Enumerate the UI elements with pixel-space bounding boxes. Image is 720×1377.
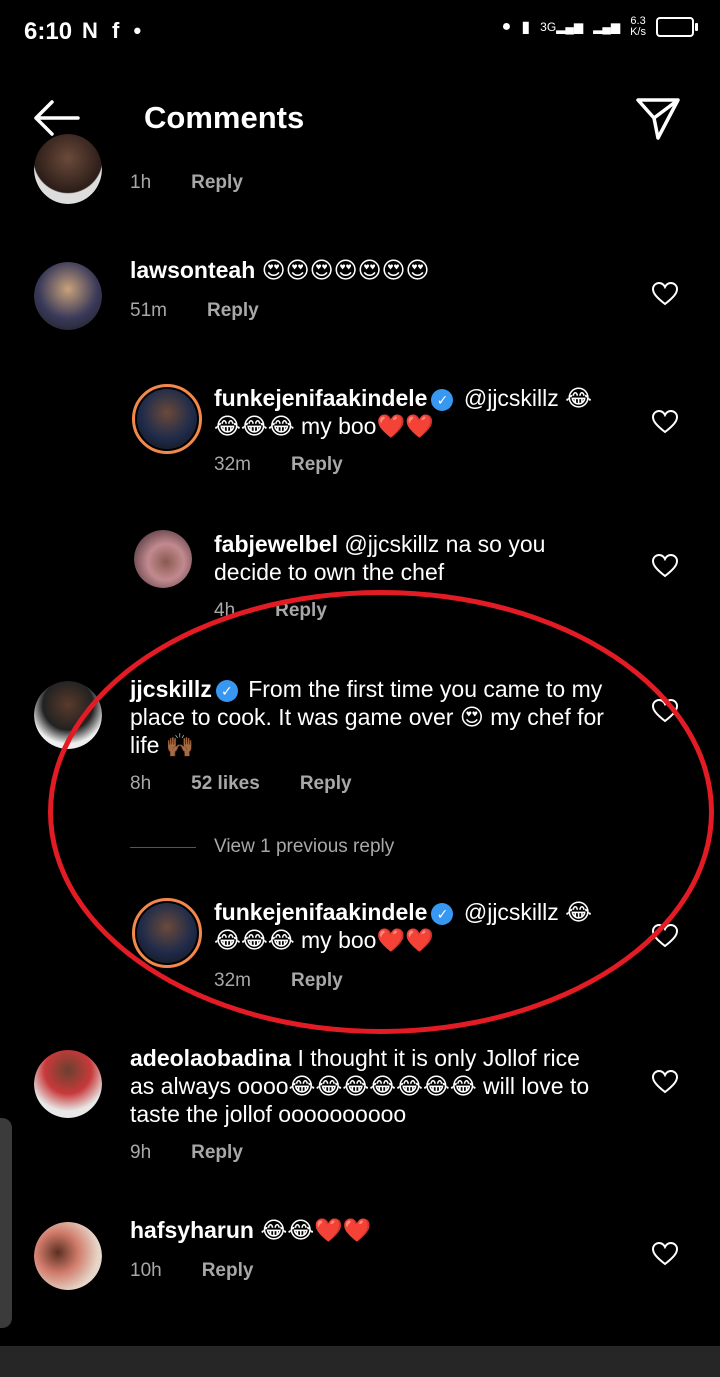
signal-icon: 3G▂▄▆: [540, 20, 584, 34]
heart-icon[interactable]: [652, 1242, 678, 1266]
comment-username[interactable]: adeolaobadina: [130, 1045, 291, 1071]
vibrate-icon: ▮: [521, 19, 531, 36]
comment-time: 4h: [214, 600, 236, 621]
avatar[interactable]: [132, 384, 202, 454]
highlight-circle: [48, 590, 714, 1034]
comment-text: fabjewelbel @jjcskillz na so you decide …: [214, 530, 614, 586]
reply-button[interactable]: Reply: [300, 773, 352, 795]
heart-icon[interactable]: [652, 924, 678, 948]
avatar[interactable]: [34, 1222, 102, 1290]
comment-username[interactable]: jjcskillz: [130, 676, 212, 702]
verified-badge-icon: ✓: [215, 679, 238, 702]
reply-button[interactable]: Reply: [291, 454, 343, 476]
heart-icon[interactable]: [652, 699, 678, 723]
avatar[interactable]: [34, 262, 102, 330]
comment-time: 32m: [214, 454, 251, 475]
verified-badge-icon: ✓: [431, 388, 454, 411]
comment-text: funkejenifaakindele ✓ @jjcskillz 😂😂😂😂 my …: [214, 898, 614, 954]
reply-button[interactable]: Reply: [191, 172, 243, 194]
avatar[interactable]: [34, 1050, 102, 1118]
heart-icon[interactable]: [652, 410, 678, 434]
comment-text: adeolaobadina I thought it is only Jollo…: [130, 1044, 610, 1128]
comment-meta: 8h 52 likes Reply: [130, 773, 352, 795]
comment-text: hafsyharun 😂😂❤️❤️: [130, 1216, 610, 1244]
comment-time: 8h: [130, 773, 152, 794]
header: Comments: [0, 74, 720, 164]
divider-line: [130, 846, 196, 848]
heart-icon[interactable]: [652, 1070, 678, 1094]
reply-button[interactable]: Reply: [275, 600, 327, 622]
page-title: Comments: [144, 100, 305, 135]
comment-meta: 10h Reply: [130, 1260, 253, 1282]
comment-body: 😍😍😍😍😍😍😍: [261, 257, 430, 283]
verified-badge-icon: ✓: [431, 902, 454, 925]
comment-meta: 1h Reply: [130, 172, 243, 194]
comment-text: jjcskillz ✓ From the first time you came …: [130, 675, 610, 759]
battery-icon: [656, 17, 698, 37]
reply-button[interactable]: Reply: [207, 300, 259, 322]
comment-time: 9h: [130, 1142, 152, 1163]
comment-time: 10h: [130, 1260, 162, 1281]
avatar[interactable]: [34, 134, 102, 204]
comment-meta: 32m Reply: [214, 970, 343, 992]
send-icon[interactable]: [634, 96, 682, 142]
network-speed: 6.3 K/s: [630, 15, 646, 38]
comment-meta: 32m Reply: [214, 454, 343, 476]
comment-time: 1h: [130, 172, 152, 193]
comment-time: 32m: [214, 970, 251, 991]
signal-icon-2: ▂▄▆: [593, 20, 621, 34]
comment-username[interactable]: lawsonteah: [130, 257, 255, 283]
comment-username[interactable]: hafsyharun: [130, 1217, 254, 1243]
comment-username[interactable]: funkejenifaakindele: [214, 899, 427, 925]
heart-icon[interactable]: [652, 554, 678, 578]
avatar[interactable]: [132, 898, 202, 968]
edge-panel-handle[interactable]: [0, 1118, 12, 1328]
comment-username[interactable]: fabjewelbel: [214, 531, 338, 557]
status-right-icons: ● ▮ 3G▂▄▆ ▂▄▆ 6.3 K/s: [501, 15, 698, 38]
avatar[interactable]: [34, 681, 102, 749]
dot-icon: ●: [501, 18, 512, 35]
avatar[interactable]: [134, 530, 192, 588]
emoji-reaction-bar[interactable]: [0, 1346, 720, 1377]
comment-meta: 9h Reply: [130, 1142, 243, 1164]
comment-time: 51m: [130, 300, 167, 321]
view-previous-label[interactable]: View 1 previous reply: [214, 836, 394, 858]
notification-icons: N f •: [82, 18, 146, 43]
back-arrow-icon[interactable]: [30, 98, 82, 138]
comment-text: funkejenifaakindele ✓ @jjcskillz 😂😂😂😂 my …: [214, 384, 614, 440]
comment-text: lawsonteah 😍😍😍😍😍😍😍: [130, 256, 610, 284]
comment-meta: 4h Reply: [214, 600, 327, 622]
reply-button[interactable]: Reply: [191, 1142, 243, 1164]
reply-button[interactable]: Reply: [202, 1260, 254, 1282]
status-time: 6:10: [24, 18, 73, 45]
view-previous-replies[interactable]: View 1 previous reply: [130, 836, 394, 858]
heart-icon[interactable]: [652, 282, 678, 306]
comment-meta: 51m Reply: [130, 300, 259, 322]
reply-button[interactable]: Reply: [291, 970, 343, 992]
status-bar: 6:10 N f • ● ▮ 3G▂▄▆ ▂▄▆ 6.3 K/s: [0, 0, 720, 64]
comment-username[interactable]: funkejenifaakindele: [214, 385, 427, 411]
likes-count[interactable]: 52 likes: [191, 773, 260, 795]
comment-body: 😂😂❤️❤️: [260, 1217, 372, 1243]
